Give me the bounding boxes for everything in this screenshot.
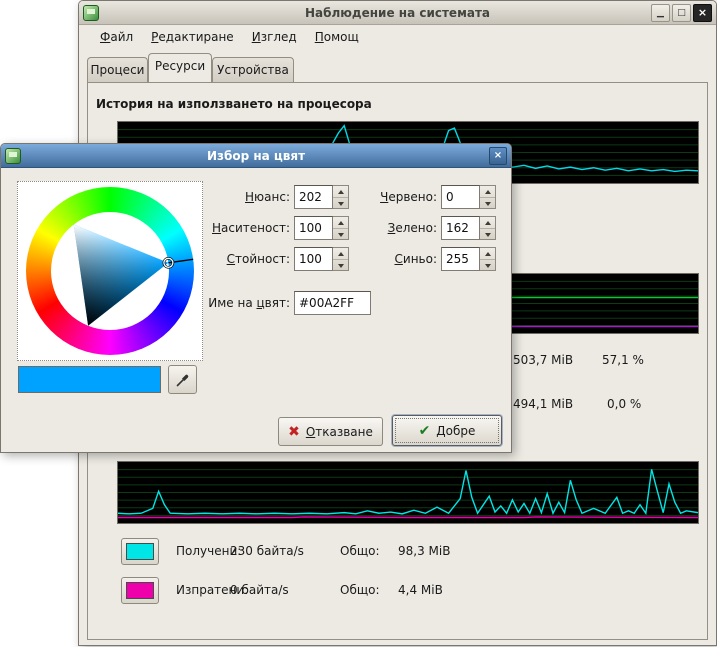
- blue-stepper[interactable]: [480, 247, 496, 271]
- hue-label: Нюанс:: [205, 185, 290, 209]
- tab-devices[interactable]: Устройства: [212, 57, 294, 82]
- red-step-down-icon[interactable]: [480, 198, 495, 209]
- color-name-input[interactable]: [294, 291, 371, 315]
- sent-color-swatch: [126, 582, 154, 599]
- blue-step-down-icon[interactable]: [480, 260, 495, 271]
- dialog-body: Нюанс: Червено: Наситеност: Зелено:: [1, 168, 511, 454]
- cancel-button[interactable]: ✖ Отказване: [278, 417, 383, 446]
- swap-used-percent: 0,0 %: [607, 397, 641, 411]
- received-rate: 230 байта/s: [230, 544, 304, 558]
- menubar: Файл Редактиране Изглед Помощ: [79, 25, 716, 49]
- value-step-down-icon[interactable]: [333, 260, 348, 271]
- color-wheel[interactable]: [17, 181, 203, 361]
- received-total-label: Общо:: [340, 544, 380, 558]
- tab-processes[interactable]: Процеси: [87, 57, 148, 82]
- value-step-up-icon[interactable]: [333, 248, 348, 260]
- sent-color-button[interactable]: [121, 577, 159, 604]
- network-chart-svg: [118, 462, 698, 523]
- eyedropper-icon: [175, 372, 191, 388]
- cancel-button-label: Отказване: [306, 425, 373, 439]
- network-history-chart: [117, 461, 699, 524]
- menu-help[interactable]: Помощ: [306, 27, 368, 47]
- sv-triangle[interactable]: [18, 182, 202, 360]
- green-label: Зелено:: [357, 216, 437, 240]
- green-step-up-icon[interactable]: [480, 217, 495, 229]
- close-button[interactable]: ×: [693, 4, 712, 22]
- red-input[interactable]: [441, 185, 480, 209]
- cancel-x-icon: ✖: [288, 425, 300, 439]
- received-color-button[interactable]: [121, 538, 159, 565]
- menu-view[interactable]: Изглед: [243, 27, 306, 47]
- sent-total: 4,4 MiB: [398, 583, 443, 597]
- window-controls: ▁ □ ×: [651, 4, 712, 22]
- cpu-history-heading: История на използването на процесора: [96, 97, 372, 111]
- blue-input[interactable]: [441, 247, 480, 271]
- dialog-title: Избор на цвят: [1, 149, 511, 163]
- received-color-swatch: [126, 543, 154, 560]
- blue-step-up-icon[interactable]: [480, 248, 495, 260]
- maximize-button[interactable]: □: [672, 4, 691, 22]
- minimize-button[interactable]: ▁: [651, 4, 670, 22]
- saturation-step-down-icon[interactable]: [333, 229, 348, 240]
- memory-used-percent: 57,1 %: [602, 353, 644, 367]
- sent-total-label: Общо:: [340, 583, 380, 597]
- value-label: Стойност:: [205, 247, 290, 271]
- red-stepper[interactable]: [480, 185, 496, 209]
- green-input[interactable]: [441, 216, 480, 240]
- value-stepper[interactable]: [333, 247, 349, 271]
- green-step-down-icon[interactable]: [480, 229, 495, 240]
- eyedropper-button[interactable]: [168, 365, 197, 394]
- value-input[interactable]: [294, 247, 333, 271]
- saturation-stepper[interactable]: [333, 216, 349, 240]
- color-picker-dialog: Избор на цвят ×: [0, 143, 512, 453]
- hue-step-down-icon[interactable]: [333, 198, 348, 209]
- dialog-close-button[interactable]: ×: [489, 147, 507, 165]
- memory-used-value: 503,7 MiB: [513, 353, 573, 367]
- dialog-titlebar[interactable]: Избор на цвят ×: [1, 144, 511, 168]
- swap-total-value: 494,1 MiB: [513, 397, 573, 411]
- network-sent-row: Изпратени: 0 байта/s Общо: 4,4 MiB: [121, 577, 681, 604]
- received-total: 98,3 MiB: [398, 544, 450, 558]
- color-name-label: Име на цвят:: [194, 291, 290, 315]
- red-step-up-icon[interactable]: [480, 186, 495, 198]
- menu-file[interactable]: Файл: [91, 27, 142, 47]
- saturation-input[interactable]: [294, 216, 333, 240]
- main-titlebar[interactable]: Наблюдение на системата ▁ □ ×: [79, 1, 716, 25]
- ok-button[interactable]: ✔ Добре: [392, 415, 502, 446]
- color-preview: [18, 366, 161, 393]
- blue-label: Синьо:: [357, 247, 437, 271]
- green-stepper[interactable]: [480, 216, 496, 240]
- saturation-label: Наситеност:: [205, 216, 290, 240]
- ok-check-icon: ✔: [419, 424, 431, 438]
- sent-rate: 0 байта/s: [230, 583, 289, 597]
- hue-step-up-icon[interactable]: [333, 186, 348, 198]
- red-label: Червено:: [357, 185, 437, 209]
- window-title: Наблюдение на системата: [79, 6, 716, 20]
- hue-stepper[interactable]: [333, 185, 349, 209]
- ok-button-label: Добре: [436, 424, 475, 438]
- hue-input[interactable]: [294, 185, 333, 209]
- tab-resources[interactable]: Ресурси: [148, 53, 212, 82]
- saturation-step-up-icon[interactable]: [333, 217, 348, 229]
- menu-edit[interactable]: Редактиране: [142, 27, 243, 47]
- desktop: Наблюдение на системата ▁ □ × Файл Редак…: [0, 0, 717, 647]
- dialog-icon: [5, 148, 21, 164]
- app-icon: [83, 5, 99, 21]
- network-received-row: Получени: 230 байта/s Общо: 98,3 MiB: [121, 538, 681, 565]
